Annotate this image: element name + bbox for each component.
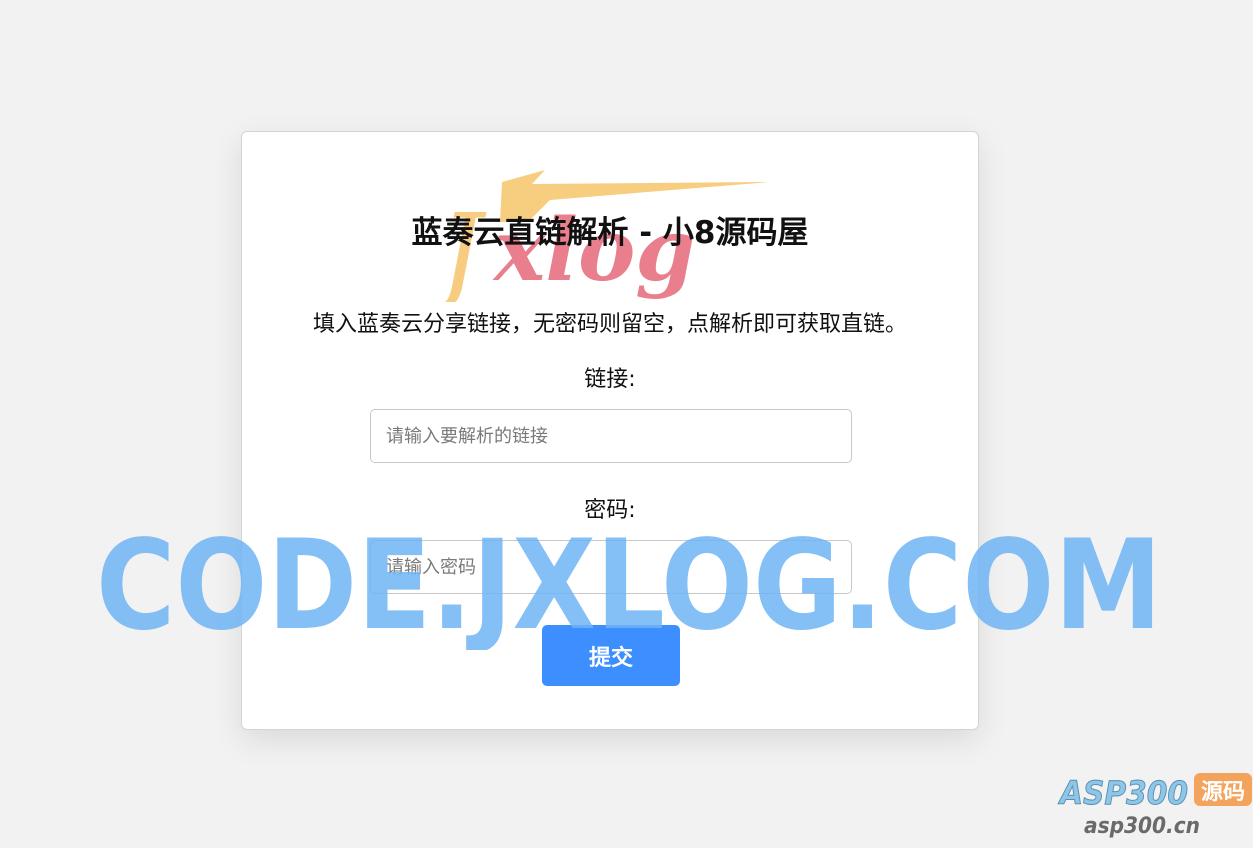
corner-brand-text: ASP300 bbox=[1057, 774, 1188, 812]
link-input[interactable] bbox=[370, 409, 852, 463]
password-label: 密码: bbox=[584, 498, 636, 523]
corner-url-text: asp300.cn bbox=[1084, 814, 1200, 839]
link-label: 链接: bbox=[584, 367, 636, 392]
instruction-text: 填入蓝奏云分享链接，无密码则留空，点解析即可获取直链。 bbox=[312, 312, 907, 337]
submit-button[interactable]: 提交 bbox=[542, 625, 680, 686]
asp300-corner-logo: ASP300 源码 asp300.cn bbox=[1057, 773, 1252, 839]
page-title: 蓝奏云直链解析 - 小8源码屋 bbox=[411, 215, 809, 251]
corner-badge-text: 源码 bbox=[1201, 780, 1245, 805]
password-input[interactable] bbox=[370, 540, 852, 594]
